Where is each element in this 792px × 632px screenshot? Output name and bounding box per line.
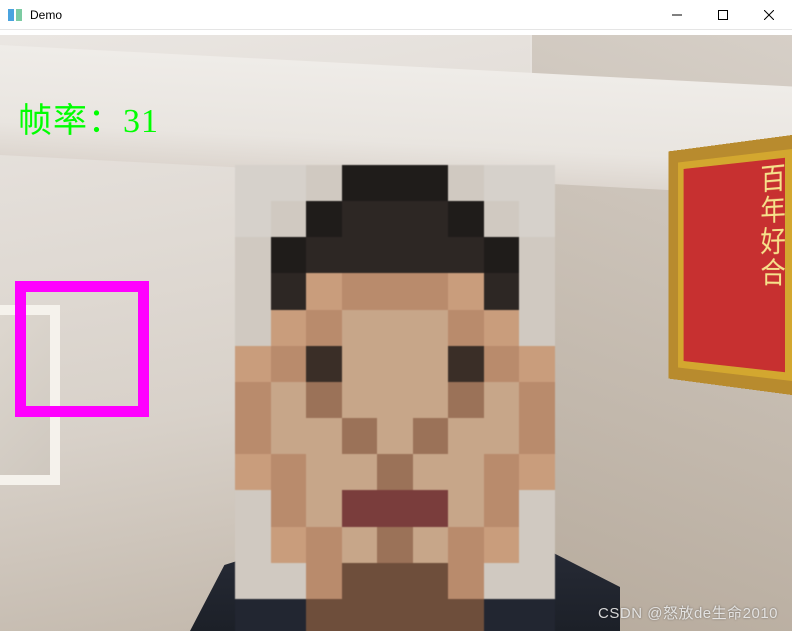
app-icon xyxy=(8,7,24,23)
watermark-text: CSDN @怒放de生命2010 xyxy=(598,602,778,623)
minimize-button[interactable] xyxy=(654,0,700,29)
titlebar: Demo xyxy=(0,0,792,30)
minimize-icon xyxy=(672,10,682,20)
scene-subject-pixelated-face xyxy=(235,165,555,631)
maximize-icon xyxy=(718,10,728,20)
fps-overlay: 帧率：31 xyxy=(18,93,159,142)
detection-box xyxy=(15,281,149,417)
fps-value: 31 xyxy=(123,103,159,140)
scene-picture-frame: 百年好合 xyxy=(669,135,792,395)
close-button[interactable] xyxy=(746,0,792,29)
content-area: 百年好合 帧率：31 CSDN @怒放de生命2010 xyxy=(0,30,792,632)
maximize-button[interactable] xyxy=(700,0,746,29)
window-title: Demo xyxy=(30,8,62,22)
fps-label: 帧率： xyxy=(18,103,123,140)
video-frame: 百年好合 帧率：31 CSDN @怒放de生命2010 xyxy=(0,35,792,631)
close-icon xyxy=(764,10,774,20)
window-controls xyxy=(654,0,792,29)
scene-frame-text: 百年好合 xyxy=(678,149,792,381)
